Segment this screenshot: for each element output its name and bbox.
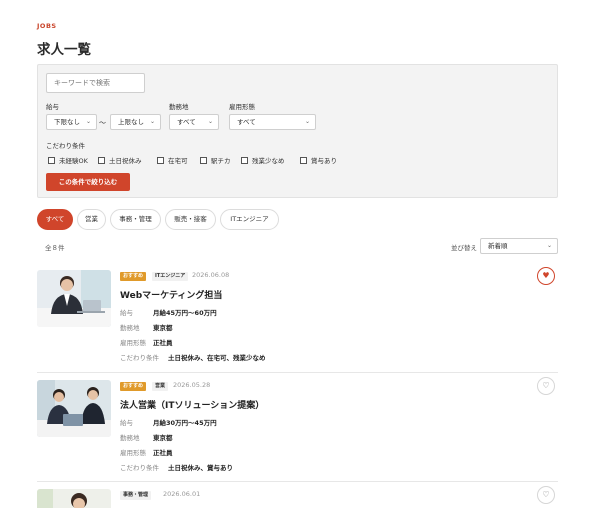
checkbox-box[interactable] (157, 156, 164, 164)
checkbox-box[interactable] (300, 156, 307, 164)
condition-checkbox[interactable]: 賞与あり (300, 155, 337, 165)
chevron-down-icon: ⌄ (149, 118, 155, 125)
detail-value: 東京都 (153, 434, 173, 442)
detail-row: 雇用形態 正社員 (120, 447, 173, 457)
detail-row: 勤務地 東京都 (120, 322, 173, 332)
detail-key: 給与 (120, 419, 133, 427)
category-badge: 営業 (152, 382, 169, 391)
detail-value: 正社員 (153, 449, 173, 457)
job-title[interactable]: 法人営業（ITソリューション提案） (120, 398, 264, 411)
salary-range-tilde: 〜 (99, 119, 106, 127)
favorite-button[interactable]: ♡ (537, 486, 555, 504)
detail-key: こだわり条件 (120, 354, 159, 362)
detail-value: 正社員 (153, 339, 173, 347)
post-date: 2026.05.28 (173, 381, 211, 389)
condition-label: 賞与あり (311, 157, 337, 165)
heart-icon: ♡ (542, 381, 550, 390)
chevron-down-icon: ⌄ (207, 118, 213, 125)
job-thumbnail (37, 489, 111, 508)
salary-min-value: 下限なし (54, 118, 80, 126)
job-card[interactable]: 事務・管理 2026.06.01 ♡ (37, 486, 558, 508)
detail-value: 月給30万円〜45万円 (153, 419, 217, 427)
detail-row: 給与 月給45万円〜60万円 (120, 307, 217, 317)
recommended-badge: おすすめ (120, 272, 147, 281)
chevron-down-icon: ⌄ (304, 118, 310, 125)
detail-key: こだわり条件 (120, 464, 159, 472)
condition-label: 残業少なめ (252, 157, 285, 165)
salary-label: 給与 (46, 103, 59, 111)
employment-select[interactable]: すべて ⌄ (229, 114, 316, 130)
post-date: 2026.06.08 (192, 271, 230, 279)
job-card[interactable]: おすすめ ITエンジニア 2026.06.08 Webマーケティング担当 給与 月… (37, 267, 558, 362)
category-badge: 事務・管理 (120, 491, 152, 500)
sort-value: 新着順 (488, 242, 508, 250)
category-badge: ITエンジニア (152, 272, 189, 281)
condition-checkbox[interactable]: 在宅可 (157, 155, 188, 165)
sort-select[interactable]: 新着順 ⌄ (480, 238, 558, 254)
recommended-badge: おすすめ (120, 382, 147, 391)
favorite-button[interactable]: ♥ (537, 267, 555, 285)
condition-label: 在宅可 (168, 157, 188, 165)
heart-icon: ♡ (542, 490, 550, 499)
filter-panel: 給与 下限なし ⌄ 〜 上限なし ⌄ 勤務地 すべて ⌄ 雇用形態 すべて ⌄ … (37, 64, 558, 198)
condition-checkbox[interactable]: 駅チカ (200, 155, 231, 165)
detail-row: 雇用形態 正社員 (120, 337, 173, 347)
job-thumbnail (37, 380, 111, 437)
tab-sales[interactable]: 営業 (77, 209, 106, 230)
detail-value: 土日祝休み、賞与あり (168, 464, 233, 472)
tab-retail[interactable]: 販売・接客 (165, 209, 216, 230)
job-card[interactable]: おすすめ 営業 2026.05.28 法人営業（ITソリューション提案） 給与 月… (37, 377, 558, 472)
detail-key: 勤務地 (120, 324, 140, 332)
sort-label: 並び替え (451, 244, 477, 252)
divider (37, 481, 558, 482)
condition-label: 土日祝休み (109, 157, 142, 165)
tab-all[interactable]: すべて (37, 209, 73, 230)
detail-key: 雇用形態 (120, 339, 146, 347)
chevron-down-icon: ⌄ (546, 242, 552, 249)
divider (37, 372, 558, 373)
detail-row: こだわり条件 土日祝休み、在宅可、残業少なめ (120, 352, 266, 362)
location-value: すべて (177, 118, 196, 126)
tab-it-engineer[interactable]: ITエンジニア (220, 209, 279, 230)
job-title[interactable]: Webマーケティング担当 (120, 288, 222, 301)
job-thumbnail (37, 270, 111, 327)
detail-key: 雇用形態 (120, 449, 146, 457)
location-select[interactable]: すべて ⌄ (169, 114, 219, 130)
result-count: 全８件 (45, 244, 65, 252)
detail-key: 勤務地 (120, 434, 140, 442)
salary-min-select[interactable]: 下限なし ⌄ (46, 114, 97, 130)
page-title: 求人一覧 (37, 42, 91, 58)
checkbox-box[interactable] (98, 156, 105, 164)
keyword-search-input[interactable] (46, 73, 145, 93)
detail-value: 土日祝休み、在宅可、残業少なめ (168, 354, 266, 362)
detail-row: 給与 月給30万円〜45万円 (120, 417, 217, 427)
detail-key: 給与 (120, 309, 133, 317)
condition-checkbox[interactable]: 残業少なめ (241, 155, 285, 165)
employment-value: すべて (237, 118, 256, 126)
condition-label: 未経験OK (59, 157, 88, 165)
detail-row: こだわり条件 土日祝休み、賞与あり (120, 462, 233, 472)
favorite-button[interactable]: ♡ (537, 377, 555, 395)
salary-max-value: 上限なし (118, 118, 144, 126)
salary-max-select[interactable]: 上限なし ⌄ (110, 114, 161, 130)
location-label: 勤務地 (169, 103, 189, 111)
checkbox-box[interactable] (48, 156, 55, 164)
post-date: 2026.06.01 (163, 490, 201, 498)
chevron-down-icon: ⌄ (85, 118, 91, 125)
conditions-label: こだわり条件 (46, 142, 85, 150)
condition-checkbox[interactable]: 土日祝休み (98, 155, 142, 165)
condition-label: 駅チカ (211, 157, 231, 165)
detail-value: 東京都 (153, 324, 173, 332)
tab-office[interactable]: 事務・管理 (110, 209, 161, 230)
detail-value: 月給45万円〜60万円 (153, 309, 217, 317)
apply-filter-button[interactable]: この条件で絞り込む (46, 173, 130, 191)
checkbox-box[interactable] (241, 156, 248, 164)
heart-icon: ♥ (542, 271, 550, 280)
checkbox-box[interactable] (200, 156, 207, 164)
detail-row: 勤務地 東京都 (120, 432, 173, 442)
page-eyebrow: JOBS (37, 22, 57, 30)
employment-label: 雇用形態 (229, 103, 255, 111)
condition-checkbox[interactable]: 未経験OK (48, 155, 88, 165)
